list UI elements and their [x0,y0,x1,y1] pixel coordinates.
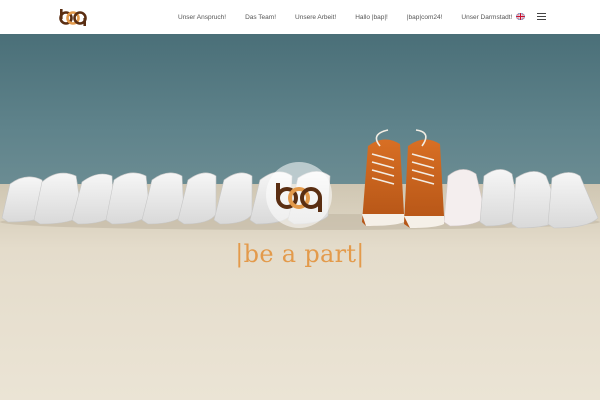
bap-logo-icon[interactable] [58,8,88,26]
hero-tagline: |be a part| [235,240,365,268]
nav-item-unser-darmstadt[interactable]: Unser Darmstadt! [461,14,512,21]
hero-banner: |be a part| [0,34,600,400]
center-logo-badge [266,162,332,228]
hamburger-menu-icon[interactable] [537,13,546,20]
nav-item-unser-anspruch[interactable]: Unser Anspruch! [178,14,226,21]
bap-logo-icon [276,183,322,212]
nav-item-unsere-arbeit[interactable]: Unsere Arbeit! [295,14,336,21]
site-header: Unser Anspruch! Das Team! Unsere Arbeit!… [0,0,600,34]
main-navigation: Unser Anspruch! Das Team! Unsere Arbeit!… [178,0,531,34]
nav-item-das-team[interactable]: Das Team! [245,14,276,21]
nav-item-bapcom24[interactable]: |bap|com24! [407,14,443,21]
nav-item-hallo-bap[interactable]: Hallo |bap|! [355,14,388,21]
uk-flag-icon[interactable] [516,13,525,20]
